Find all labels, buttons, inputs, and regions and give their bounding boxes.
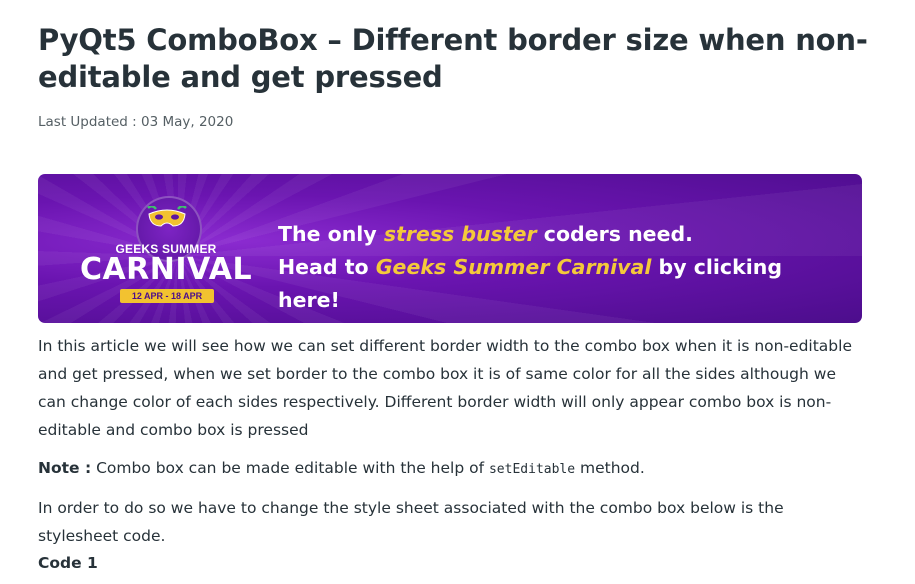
carnival-mask-icon (147, 206, 187, 227)
note-text-a: Combo box can be made editable with the … (91, 459, 489, 477)
code-heading: Code 1 (38, 554, 98, 572)
badge-main-text: CARNIVAL (79, 252, 253, 287)
tagline-1a: The only (278, 222, 384, 246)
last-updated: Last Updated : 03 May, 2020 (38, 114, 234, 130)
tagline-2-highlight: Geeks Summer Carnival (375, 255, 652, 279)
note-label: Note : (38, 459, 92, 477)
tagline-line-1: The only stress buster coders need. (278, 218, 848, 251)
tagline-1b: coders need. (536, 222, 693, 246)
tagline-1-highlight: stress buster (383, 222, 537, 246)
article-page: PyQt5 ComboBox – Different border size w… (0, 0, 915, 584)
inline-code: setEditable (488, 462, 576, 477)
carnival-badge: GEEKS SUMMER CARNIVAL 12 APR - 18 APR (78, 184, 252, 314)
intro-paragraph: In this article we will see how we can s… (38, 337, 852, 439)
note-paragraph: Note : Combo box can be made editable wi… (38, 454, 863, 484)
tagline-line-2: Head to Geeks Summer Carnival by clickin… (278, 251, 848, 317)
badge-dates-ribbon: 12 APR - 18 APR (120, 289, 214, 303)
article-body: In this article we will see how we can s… (38, 332, 863, 576)
article-title: PyQt5 ComboBox – Different border size w… (38, 23, 868, 94)
tagline-2a: Head to (278, 255, 376, 279)
banner-tagline: The only stress buster coders need. Head… (278, 218, 848, 317)
note-text-b: method. (575, 459, 645, 477)
promo-banner[interactable]: GEEKS SUMMER CARNIVAL 12 APR - 18 APR Th… (38, 174, 862, 323)
stylesheet-paragraph: In order to do so we have to change the … (38, 499, 784, 545)
